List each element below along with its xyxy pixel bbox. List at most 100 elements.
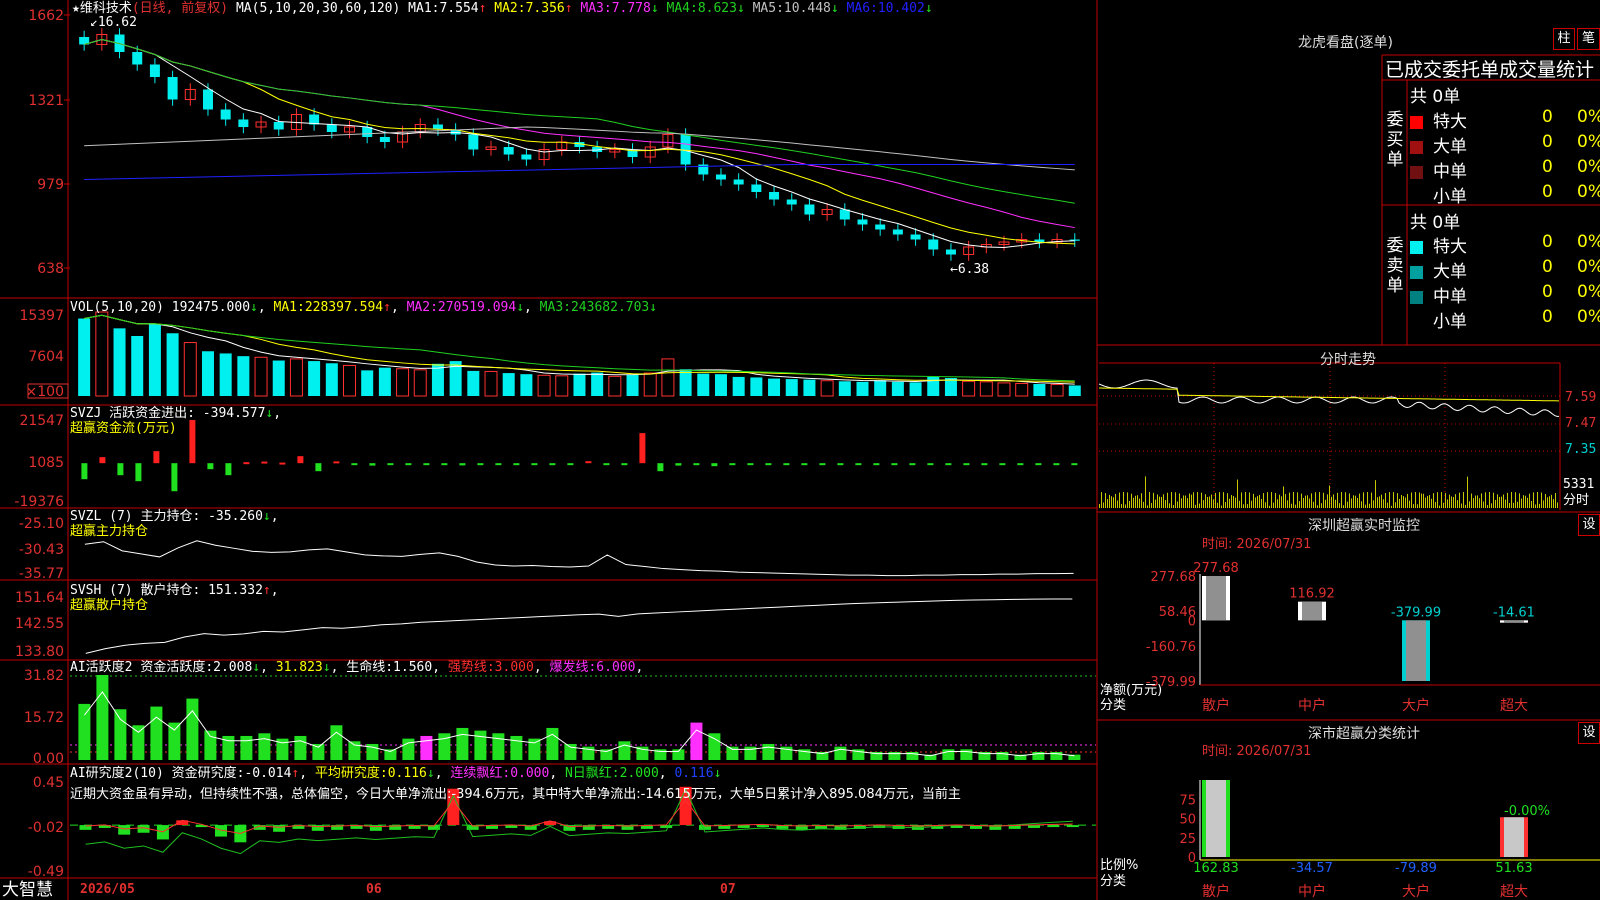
classify-bar-label: 162.83	[1193, 861, 1239, 876]
ma2-arrow: ↑	[564, 1, 573, 16]
intraday-vol-bar	[1267, 492, 1268, 508]
intraday-vol-bar	[1273, 502, 1274, 508]
date-label-jun: 06	[366, 882, 382, 897]
ai-active-bar	[456, 727, 469, 760]
vol-bar-down	[325, 363, 338, 396]
intraday-vol-bar	[1215, 492, 1216, 508]
ma6-label: MA6:	[846, 1, 878, 16]
candle-down	[326, 124, 337, 132]
intraday-vol-bar	[1327, 494, 1328, 508]
candle-down	[804, 204, 815, 215]
intraday-vol-bar	[1115, 493, 1116, 508]
vol-ma2-arrow: ↓	[516, 300, 525, 315]
ma5-value: 10.448	[783, 1, 831, 16]
vol-ma1-value: 228397.594	[304, 300, 384, 315]
buy-xl-count: 0	[1542, 107, 1553, 127]
svzj-bar	[1035, 463, 1042, 466]
intraday-vol-bar	[1463, 492, 1464, 508]
candle-down	[928, 239, 939, 250]
intraday-price-line	[1098, 379, 1559, 417]
ai-research-bar	[1066, 825, 1079, 828]
ai-active-2-value: 31.823	[275, 660, 323, 675]
ai-research-y-tick: 0.45	[33, 775, 64, 791]
intraday-vol-bar	[1173, 505, 1174, 508]
intraday-vol-bar	[1307, 495, 1308, 508]
intraday-vol-bar	[1503, 494, 1504, 508]
intraday-vol-bar	[1349, 493, 1350, 508]
intraday-vol-bar	[1185, 495, 1186, 508]
svzj-label: 活跃资金进出:	[109, 406, 195, 421]
svzl-value: -35.260	[208, 509, 263, 524]
svzj-bar	[657, 463, 664, 472]
ai-active-bar	[150, 706, 163, 760]
candle-down	[521, 154, 532, 160]
intraday-vol-bar	[1261, 498, 1262, 508]
monitor-settings-button[interactable]: 设	[1578, 514, 1600, 536]
svzj-bar	[135, 463, 142, 482]
high-marker-value: 16.62	[97, 15, 137, 30]
ai-active-4-value: 3.000	[494, 660, 534, 675]
sell-side-label: 委卖单	[1386, 236, 1404, 296]
vol-bar-up	[820, 380, 834, 397]
vol-bar-down	[891, 381, 904, 396]
ai-active-bar	[564, 743, 577, 760]
classify-settings-button[interactable]: 设	[1578, 722, 1600, 744]
chart-canvas[interactable]: 16621321979638153977604×100215471085-193…	[0, 0, 1600, 900]
svzj-bar	[117, 463, 124, 476]
intraday-vol-bar	[1141, 493, 1142, 508]
buy-row-xl: 特大 0 0%	[1410, 107, 1600, 132]
intraday-vol-bar	[1301, 493, 1302, 508]
classify-y-tick: 25	[1179, 832, 1196, 847]
intraday-vol-bar	[1383, 499, 1384, 508]
intraday-vol-bar	[1229, 498, 1230, 508]
ai-active-bar	[330, 725, 343, 760]
vol-bar-down	[697, 373, 710, 396]
bar-mode-button[interactable]: 柱	[1553, 28, 1575, 50]
sell-total: 共 0单	[1410, 213, 1461, 233]
ai-active-3-label: 生命线:	[346, 660, 394, 675]
intraday-avg-line	[1099, 387, 1559, 402]
svsh-line	[85, 598, 1073, 654]
svzj-bar	[279, 462, 286, 465]
period-label[interactable]: (日线, 前复权)	[132, 1, 228, 16]
intraday-vol-bar	[1451, 496, 1452, 508]
classify-y-tick: 50	[1179, 813, 1196, 828]
svzj-bar	[891, 463, 898, 466]
vol-bar-down	[803, 379, 816, 396]
svzj-bar	[783, 463, 790, 466]
intraday-vol-bar	[1489, 492, 1490, 508]
intraday-vol-bar	[1171, 492, 1172, 508]
tick-mode-button[interactable]: 笔	[1577, 28, 1600, 50]
intraday-vol-bar	[1475, 495, 1476, 508]
vol-bar-up	[413, 369, 427, 397]
svzj-bar	[297, 456, 304, 464]
svsh-header: SVSH (7) 散户持仓: 151.332↑,	[70, 583, 279, 598]
svzl-line	[84, 540, 1074, 577]
intraday-vol-bar	[1247, 504, 1248, 508]
intraday-vol-bar	[1289, 492, 1290, 508]
intraday-vol-bar	[1175, 492, 1176, 508]
svzj-bar	[171, 463, 178, 492]
intraday-vol-bar	[1459, 492, 1460, 508]
intraday-vol-bar	[1129, 500, 1130, 508]
svzj-bar	[945, 463, 952, 466]
svzj-bar	[333, 461, 340, 464]
stock-name[interactable]: ★维科技术	[72, 1, 132, 16]
ai-active-bar	[834, 746, 847, 760]
intraday-tick-2: 7.47	[1565, 416, 1597, 431]
monitor-y-tick: 277.68	[1151, 570, 1197, 585]
intraday-vol-bar	[1401, 494, 1402, 508]
brand-logo: 大智慧	[2, 880, 53, 900]
candle-down	[875, 224, 886, 230]
ma6-arrow: ↓	[924, 1, 933, 16]
svzj-bar	[711, 463, 718, 467]
intraday-vol-bar	[1123, 492, 1124, 508]
intraday-vol-bar	[1163, 494, 1164, 508]
classify-category-label: 超大	[1500, 884, 1528, 900]
vol-bar-down	[166, 333, 179, 396]
classify-category-label: 中户	[1298, 883, 1326, 900]
ai-active-bar	[708, 733, 721, 760]
vol-bar-down	[838, 381, 851, 396]
ai-research-2-label: 平均研究度:	[314, 766, 388, 781]
intraday-vol-bar	[1529, 493, 1530, 508]
